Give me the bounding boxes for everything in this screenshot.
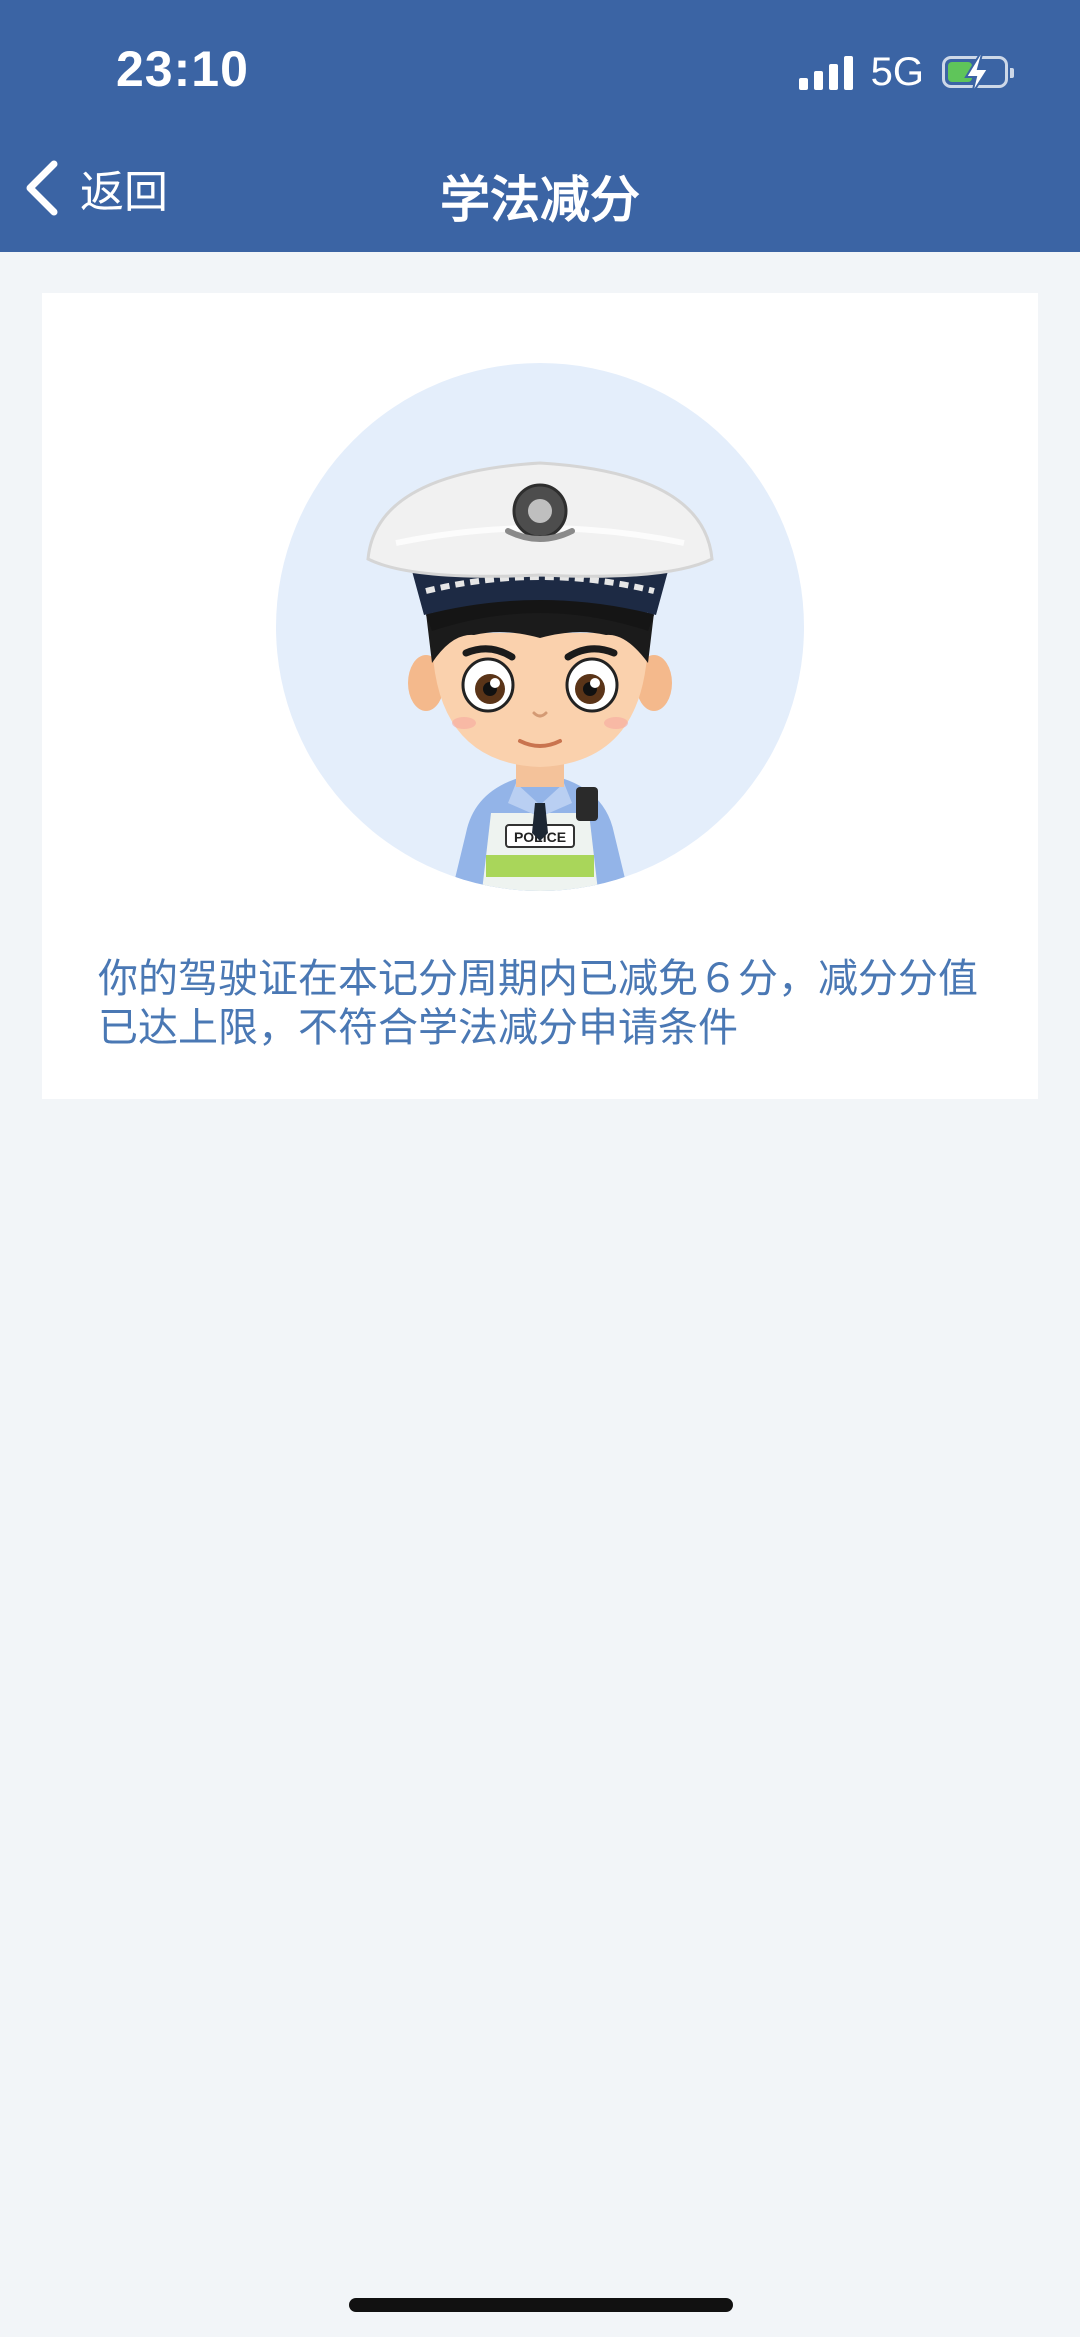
status-time: 23:10 [116,41,249,97]
network-type: 5G [870,49,924,94]
police-officer-icon: POLICE [366,461,714,891]
home-indicator[interactable] [349,2298,733,2312]
charging-bolt-icon [964,53,990,95]
battery-icon [942,53,1014,95]
status-indicators: 5G [798,48,1014,96]
result-message: 你的驾驶证在本记分周期内已减免６分，减分分值已达上限，不符合学法减分申请条件 [98,956,978,1051]
top-bar: 23:10 5G 返回 学法减分 [0,0,1080,252]
page-title: 学法减分 [440,171,640,229]
signal-icon [798,54,853,90]
result-card: POLICE [42,293,1038,1099]
police-avatar: POLICE [276,363,804,891]
